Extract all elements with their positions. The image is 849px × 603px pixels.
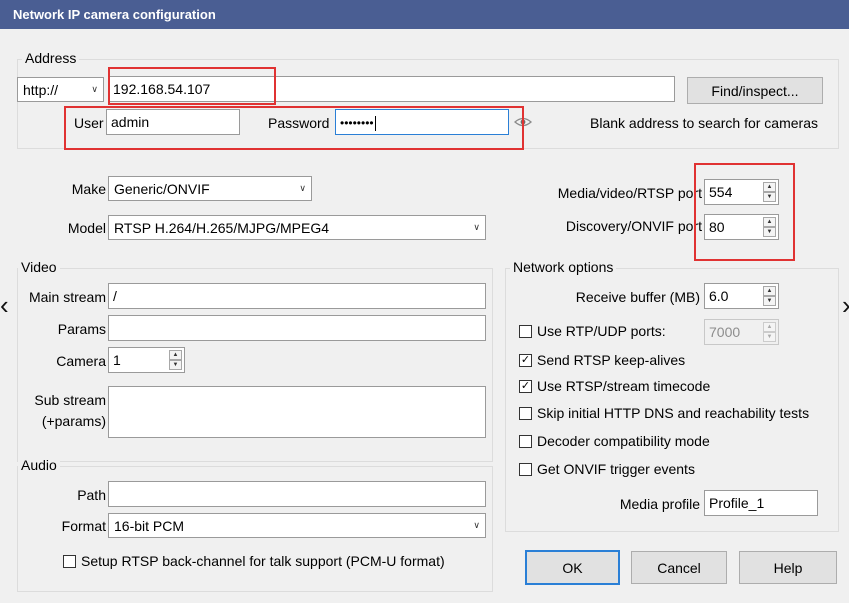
cancel-button[interactable]: Cancel <box>631 551 727 584</box>
decoder-compat-label: Decoder compatibility mode <box>537 433 710 449</box>
audio-format-value: 16-bit PCM <box>114 517 185 534</box>
checkbox-box <box>519 324 532 338</box>
help-button[interactable]: Help <box>739 551 837 584</box>
video-group-title: Video <box>18 258 60 276</box>
checkbox-checked: ✓ <box>519 353 532 367</box>
onvif-trigger-checkbox[interactable]: Get ONVIF trigger events <box>519 459 695 479</box>
address-hint: Blank address to search for cameras <box>590 115 818 131</box>
next-arrow-icon[interactable]: › <box>842 292 849 318</box>
credentials-highlight <box>64 106 524 150</box>
rtp-udp-label: Use RTP/UDP ports: <box>537 323 666 339</box>
ports-highlight <box>694 163 795 261</box>
checkbox-checked: ✓ <box>519 379 532 393</box>
rtp-udp-port-value: 7000 <box>709 324 741 340</box>
address-highlight <box>108 67 276 105</box>
chevron-down-icon: ∨ <box>473 222 480 232</box>
timecode-label: Use RTSP/stream timecode <box>537 378 711 394</box>
camera-label: Camera <box>56 353 106 369</box>
audio-format-select[interactable]: 16-bit PCM ∨ <box>108 513 486 538</box>
chevron-down-icon: ∨ <box>91 84 98 94</box>
audio-group-title: Audio <box>18 456 60 474</box>
timecode-checkbox[interactable]: ✓ Use RTSP/stream timecode <box>519 376 710 396</box>
checkbox-box <box>519 406 532 420</box>
keepalives-label: Send RTSP keep-alives <box>537 352 686 368</box>
model-select[interactable]: RTSP H.264/H.265/MJPG/MPEG4 ∨ <box>108 215 486 240</box>
address-group-title: Address <box>22 49 80 67</box>
checkbox-box <box>519 434 532 448</box>
rtp-udp-checkbox[interactable]: Use RTP/UDP ports: <box>519 321 666 341</box>
ok-button[interactable]: OK <box>525 550 620 585</box>
model-label: Model <box>67 220 106 236</box>
backchannel-label: Setup RTSP back-channel for talk support… <box>81 553 445 569</box>
audio-path-input[interactable] <box>108 481 486 507</box>
discovery-port-label: Discovery/ONVIF port <box>565 218 702 234</box>
spin-up-icon[interactable]: ▲ <box>763 322 776 332</box>
scheme-value: http:// <box>23 81 59 98</box>
model-value: RTSP H.264/H.265/MJPG/MPEG4 <box>114 219 330 236</box>
spin-up-icon[interactable]: ▲ <box>169 350 182 360</box>
checkbox-box <box>63 554 76 568</box>
make-label: Make <box>71 181 106 197</box>
format-label: Format <box>61 518 106 534</box>
spin-down-icon[interactable]: ▼ <box>763 332 776 342</box>
media-profile-label: Media profile <box>619 496 700 512</box>
backchannel-checkbox[interactable]: Setup RTSP back-channel for talk support… <box>63 551 445 571</box>
spin-up-icon[interactable]: ▲ <box>763 286 776 296</box>
camera-config-dialog: Address http:// ∨ Find/inspect... User P… <box>0 29 849 603</box>
media-port-label: Media/video/RTSP port <box>557 185 702 201</box>
window-title: Network IP camera configuration <box>0 0 849 29</box>
checkbox-box <box>519 462 532 476</box>
onvif-trigger-label: Get ONVIF trigger events <box>537 461 695 477</box>
main-stream-label: Main stream <box>28 289 106 305</box>
network-options-title: Network options <box>510 258 617 276</box>
make-select[interactable]: Generic/ONVIF ∨ <box>108 176 312 201</box>
rtp-udp-port-spinner[interactable]: 7000 ▲ ▼ <box>704 319 779 345</box>
sub-stream-params-label: (+params) <box>41 413 106 429</box>
camera-spinner[interactable]: 1 ▲ ▼ <box>108 347 185 373</box>
keepalives-checkbox[interactable]: ✓ Send RTSP keep-alives <box>519 350 685 370</box>
main-stream-input[interactable] <box>108 283 486 309</box>
previous-arrow-icon[interactable]: ‹ <box>0 292 9 318</box>
spin-down-icon[interactable]: ▼ <box>763 296 776 306</box>
skip-dns-label: Skip initial HTTP DNS and reachability t… <box>537 405 810 421</box>
receive-buffer-spinner[interactable]: 6.0 ▲ ▼ <box>704 283 779 309</box>
make-value: Generic/ONVIF <box>114 180 210 197</box>
chevron-down-icon: ∨ <box>473 520 480 530</box>
skip-dns-checkbox[interactable]: Skip initial HTTP DNS and reachability t… <box>519 403 809 423</box>
spin-down-icon[interactable]: ▼ <box>169 360 182 370</box>
path-label: Path <box>77 487 106 503</box>
camera-value: 1 <box>113 352 121 368</box>
media-profile-input[interactable] <box>704 490 818 516</box>
find-inspect-button[interactable]: Find/inspect... <box>687 77 823 104</box>
sub-stream-label: Sub stream <box>34 392 106 408</box>
receive-buffer-value: 6.0 <box>709 288 729 304</box>
decoder-compat-checkbox[interactable]: Decoder compatibility mode <box>519 431 710 451</box>
receive-buffer-label: Receive buffer (MB) <box>575 289 700 305</box>
params-input[interactable] <box>108 315 486 341</box>
chevron-down-icon: ∨ <box>299 183 306 193</box>
params-label: Params <box>57 321 106 337</box>
sub-stream-textarea[interactable] <box>108 386 486 438</box>
scheme-select[interactable]: http:// ∨ <box>17 77 104 102</box>
